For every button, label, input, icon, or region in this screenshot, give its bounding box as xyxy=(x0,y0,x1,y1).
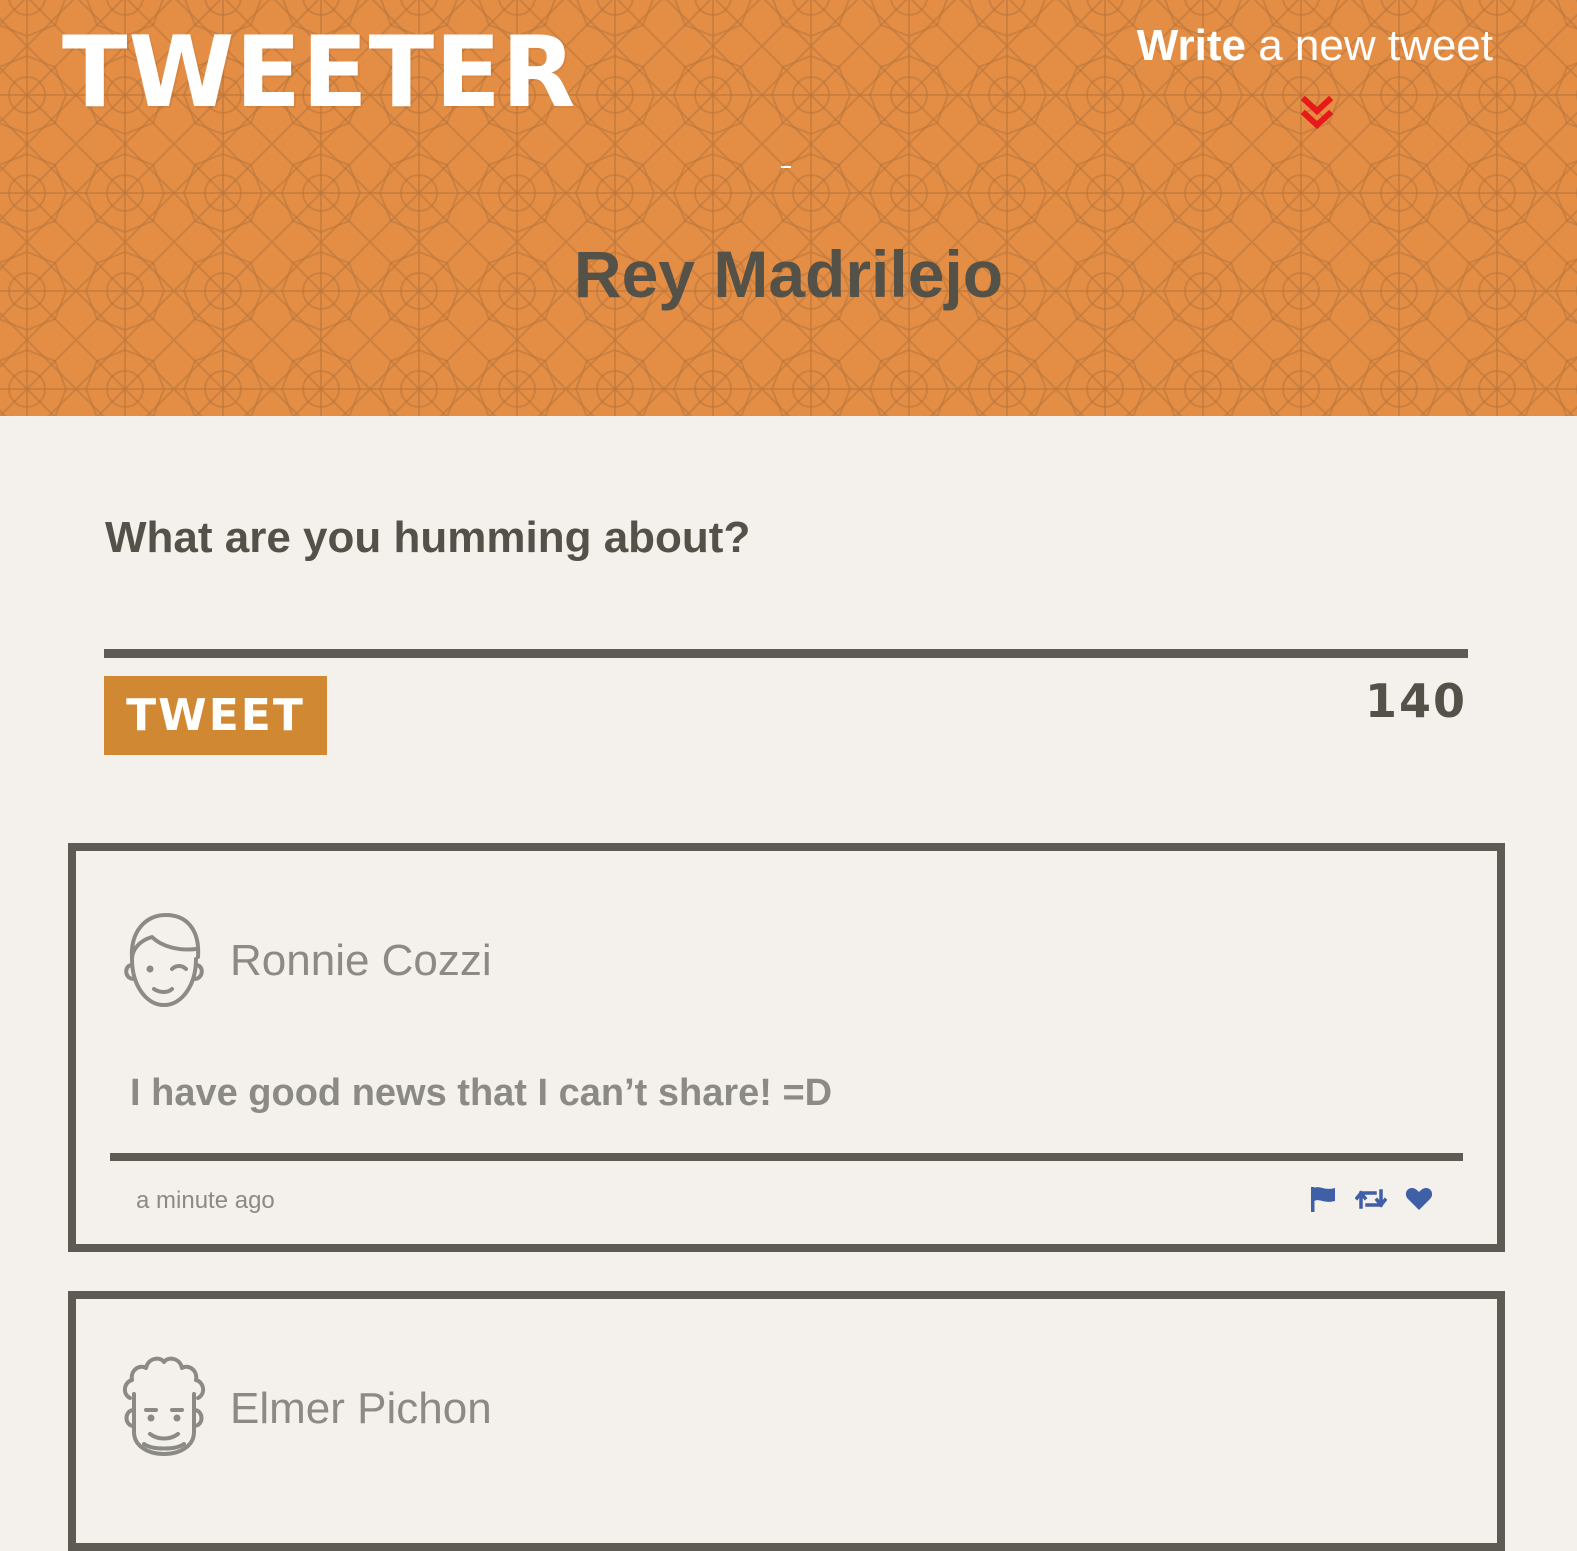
tweet-author-name[interactable]: Elmer Pichon xyxy=(230,1383,492,1436)
write-new-tweet-link[interactable]: Write a new tweet xyxy=(1136,21,1493,70)
write-new-tweet-strong: Write xyxy=(1136,21,1246,70)
flag-icon[interactable] xyxy=(1309,1185,1337,1213)
tweet-content: I have good news that I can’t share! =D xyxy=(130,1072,833,1114)
tweet-card: Elmer Pichon xyxy=(68,1291,1505,1551)
profile-name: Rey Madrilejo xyxy=(573,237,1004,311)
app-logo[interactable]: TWEETER xyxy=(62,24,577,122)
tweet-text-input[interactable] xyxy=(104,575,1468,658)
compose-prompt: What are you humming about? xyxy=(105,513,751,562)
heart-icon[interactable] xyxy=(1405,1185,1433,1213)
retweet-icon[interactable] xyxy=(1355,1185,1387,1213)
tweet-card: Ronnie Cozzi I have good news that I can… xyxy=(68,843,1505,1252)
tweet-author-name[interactable]: Ronnie Cozzi xyxy=(230,935,492,988)
tweet-timestamp: a minute ago xyxy=(136,1187,275,1214)
tweet-button[interactable]: TWEET xyxy=(104,676,327,755)
avatar-boy-icon xyxy=(124,913,204,1007)
write-new-tweet-rest: a new tweet xyxy=(1245,21,1493,70)
tweet-divider xyxy=(110,1153,1463,1161)
tweet-actions xyxy=(1309,1181,1433,1217)
page-header: TWEETER Write a new tweet Rey Madrilejo xyxy=(0,0,1577,416)
header-divider-mark xyxy=(781,166,791,168)
character-counter: 140 xyxy=(1364,674,1467,728)
avatar-curly-hair-icon xyxy=(123,1356,205,1456)
double-chevron-down-icon[interactable] xyxy=(1300,96,1334,132)
